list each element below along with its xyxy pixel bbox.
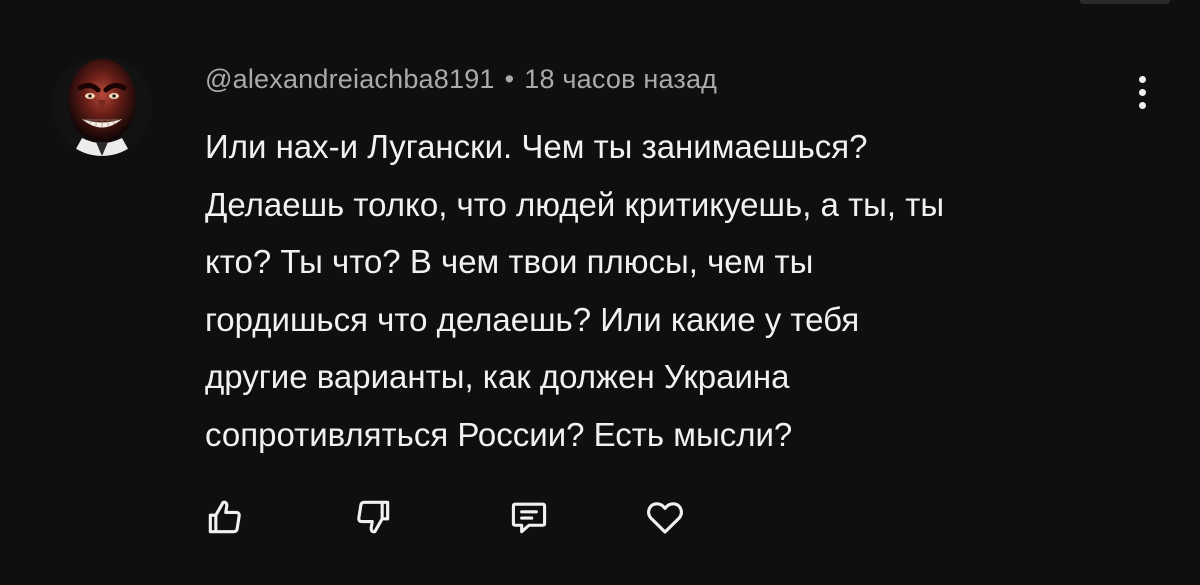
dislike-button[interactable]	[348, 492, 398, 542]
author-handle[interactable]: @alexandreiachba8191	[205, 64, 495, 94]
avatar-image	[52, 56, 152, 156]
comment-line: другие варианты, как должен Украина	[205, 358, 790, 395]
comment-line: сопротивляться России? Есть мысли?	[205, 415, 793, 453]
comment-text: Или нах-и Лугански. Чем ты занимаешься? …	[205, 118, 1155, 463]
heart-icon	[647, 502, 683, 534]
more-dot	[1138, 88, 1146, 96]
reply-button[interactable]	[504, 492, 554, 542]
comment-reply-icon	[511, 502, 547, 534]
timestamp[interactable]: 18 часов назад	[524, 64, 717, 94]
like-button[interactable]	[200, 492, 250, 542]
comment-line: Или нах-и Лугански. Чем ты занимаешься?	[205, 128, 868, 165]
comment-item: @alexandreiachba8191 • 18 часов назад Или …	[0, 0, 1200, 585]
comment-line: гордишься что делаешь? Или какие у тебя	[205, 300, 860, 338]
thumbs-down-icon	[357, 500, 390, 534]
more-dot	[1138, 75, 1146, 83]
comment-line: кто? Ты что? В чем твои плюсы, чем ты	[205, 243, 814, 280]
comment-meta: @alexandreiachba8191 • 18 часов назад	[205, 64, 717, 95]
avatar[interactable]	[52, 56, 152, 156]
more-vertical-icon[interactable]	[1124, 70, 1160, 114]
comment-line: Делаешь толко, что людей критикуешь, а т…	[205, 185, 945, 223]
meta-separator: •	[504, 64, 515, 94]
heart-button[interactable]	[640, 492, 690, 542]
more-dot	[1138, 101, 1146, 109]
thumbs-up-icon	[208, 500, 241, 534]
